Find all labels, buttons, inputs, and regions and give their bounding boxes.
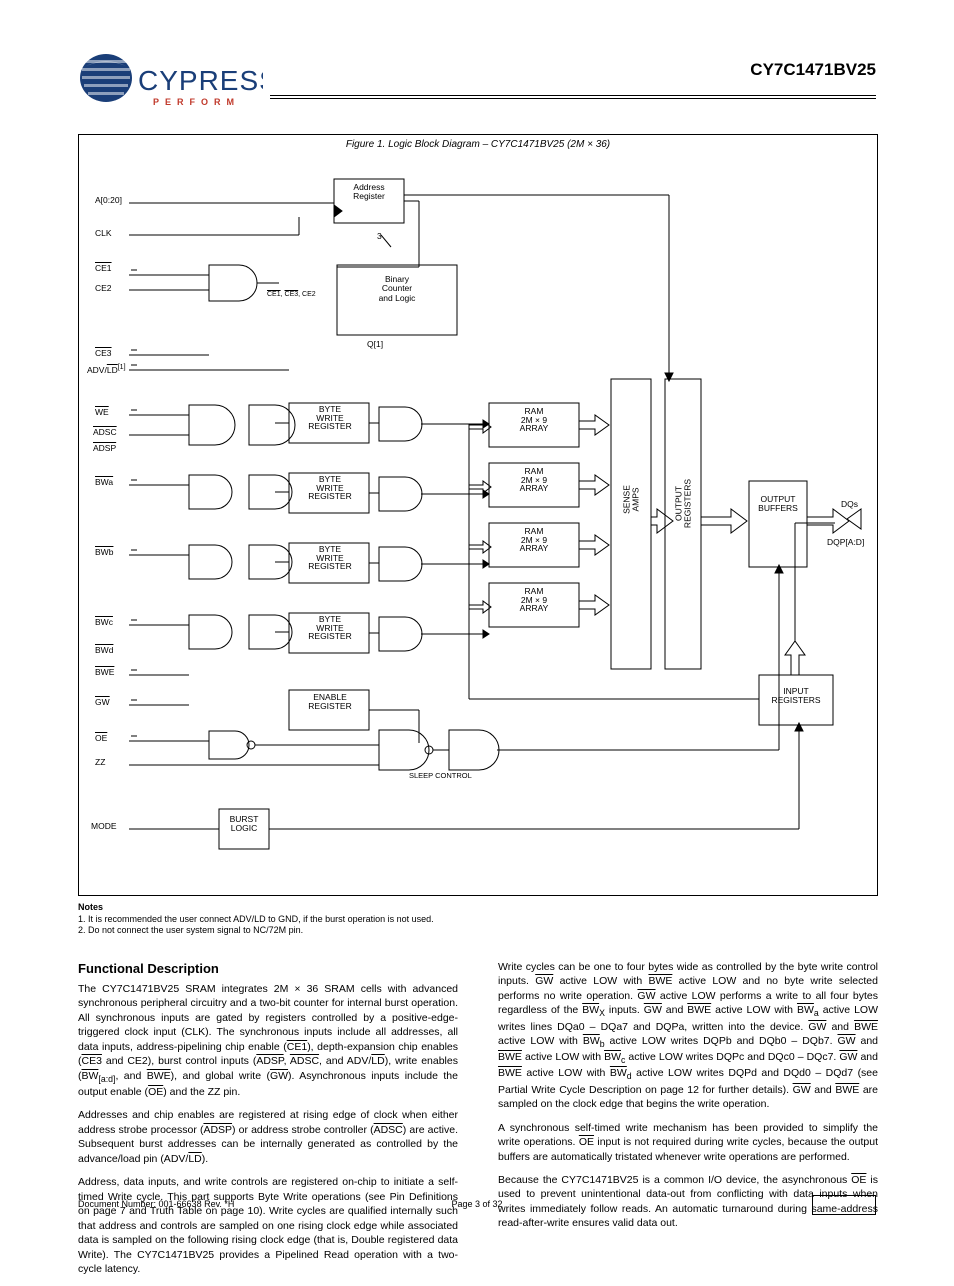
para-1: The CY7C1471BV25 SRAM integrates 2M × 36…: [78, 982, 458, 1100]
label-dqs: DQs: [841, 499, 858, 509]
block-bwrite-b: BYTEWRITEREGISTER: [295, 475, 365, 501]
para-r2: A synchronous self-timed write mechanism…: [498, 1121, 878, 1164]
label-ce2: CE2: [95, 283, 112, 293]
label-bwe: BWE: [95, 667, 114, 677]
section-heading: Functional Description: [78, 960, 458, 978]
label-dqp: DQP[A:D]: [827, 537, 864, 547]
logic-block-diagram: Figure 1. Logic Block Diagram – CY7C1471…: [78, 134, 878, 896]
footer-box: [812, 1195, 876, 1215]
block-ram-b: RAM2M × 9ARRAY: [493, 467, 575, 493]
label-clk: CLK: [95, 228, 112, 238]
block-burst: BURSTLOGIC: [221, 815, 267, 832]
label-gw: GW: [95, 697, 110, 707]
para-r1: Write cycles can be one to four bytes wi…: [498, 960, 878, 1112]
block-bwrite-c: BYTEWRITEREGISTER: [295, 545, 365, 571]
label-zz: ZZ: [95, 757, 105, 767]
block-ram-c: RAM2M × 9ARRAY: [493, 527, 575, 553]
header-rule: [270, 95, 876, 99]
part-number: CY7C1471BV25: [750, 60, 876, 80]
label-advld: ADV/LD[1]: [87, 363, 126, 375]
label-adsp: ADSP: [93, 443, 116, 453]
bus-width: 3: [377, 231, 382, 241]
block-bin-cnt: BinaryCounterand Logic: [343, 275, 451, 303]
label-ce3: CE3: [95, 348, 112, 358]
label-ce1: CE1: [95, 263, 112, 273]
block-outbuf: OUTPUTBUFFERS: [751, 495, 805, 512]
page-number: Page 3 of 32: [78, 1199, 876, 1209]
label-bwa: BWa: [95, 477, 113, 487]
label-bwc: BWc: [95, 617, 113, 627]
block-ram-d: RAM2M × 9ARRAY: [493, 587, 575, 613]
qi-label: Q[1]: [367, 339, 383, 349]
label-adsc: ADSC: [93, 427, 117, 437]
block-sense: SENSEAMPS: [623, 482, 640, 518]
label-bwd: BWd: [95, 645, 113, 655]
label-oe: OE: [95, 733, 107, 743]
block-bwrite-a: BYTEWRITEREGISTER: [295, 405, 365, 431]
column-left: Functional Description The CY7C1471BV25 …: [78, 960, 458, 1286]
para-2: Addresses and chip enables are registere…: [78, 1108, 458, 1166]
block-ram-a: RAM2M × 9ARRAY: [493, 407, 575, 433]
svg-text:PERFORM: PERFORM: [153, 97, 240, 107]
label-we: WE: [95, 407, 109, 417]
block-enable-reg: ENABLEREGISTER: [295, 693, 365, 710]
company-logo: CYPRESS PERFORM: [78, 48, 263, 116]
sleep-control-label: SLEEP CONTROL: [409, 771, 472, 780]
label-address: A[0:20]: [95, 195, 122, 205]
ce-all: CE1, CE3, CE2: [267, 291, 316, 298]
label-mode: MODE: [91, 821, 117, 831]
label-bwb: BWb: [95, 547, 113, 557]
block-bwrite-d: BYTEWRITEREGISTER: [295, 615, 365, 641]
para-3: Address, data inputs, and write controls…: [78, 1175, 458, 1276]
block-outreg: OUTPUTREGISTERS: [675, 476, 692, 532]
figure-notes: Notes 1. It is recommended the user conn…: [78, 902, 434, 937]
page-footer: Document Number: 001-66638 Rev. *H Page …: [78, 1199, 876, 1209]
block-inreg: INPUTREGISTERS: [763, 687, 829, 704]
svg-text:CYPRESS: CYPRESS: [138, 65, 263, 96]
block-addr-reg: AddressRegister: [337, 183, 401, 202]
